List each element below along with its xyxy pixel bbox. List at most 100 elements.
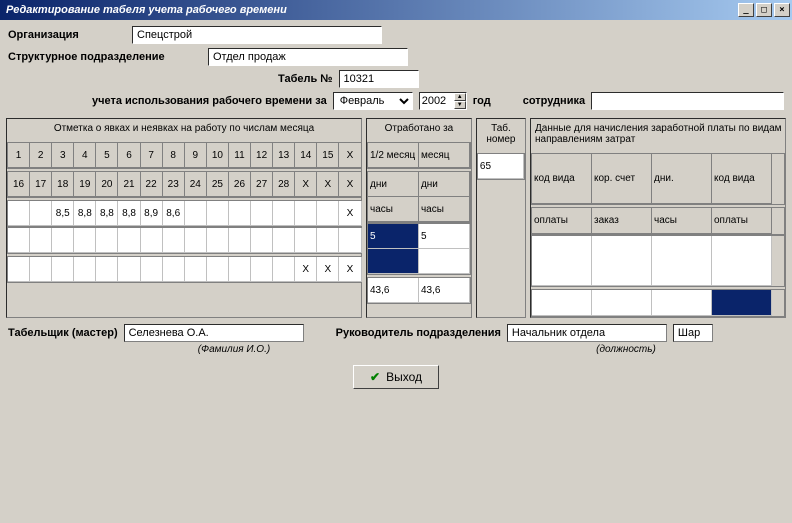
day-cell[interactable] — [229, 201, 251, 226]
day-cell[interactable] — [273, 228, 295, 253]
day-header: 12 — [251, 143, 273, 168]
day-cell[interactable] — [30, 228, 52, 253]
pay-c1[interactable] — [532, 236, 592, 286]
day-cell[interactable] — [185, 228, 207, 253]
year-input[interactable] — [420, 93, 454, 109]
worked-v3b[interactable]: 43,6 — [419, 278, 470, 303]
day-cell[interactable] — [207, 228, 229, 253]
day-cell[interactable]: 8,5 — [52, 201, 74, 226]
worked-v1b[interactable]: 5 — [419, 224, 470, 249]
day-header: 13 — [273, 143, 295, 168]
day-cell[interactable] — [273, 257, 295, 282]
day-cell[interactable] — [163, 257, 185, 282]
day-cell[interactable] — [317, 228, 339, 253]
extra-value[interactable]: Шар — [673, 324, 713, 342]
day-cell[interactable] — [163, 228, 185, 253]
day-cell[interactable] — [229, 257, 251, 282]
pay-c5[interactable] — [532, 290, 592, 316]
day-header: 15 — [317, 143, 339, 168]
tabnum-value[interactable]: 65 — [478, 154, 524, 179]
day-cell[interactable] — [295, 228, 317, 253]
day-cell[interactable] — [96, 257, 118, 282]
day-cell[interactable]: X — [295, 257, 317, 282]
day-header: X — [339, 143, 361, 168]
worked-v2b[interactable] — [419, 249, 470, 274]
day-cell[interactable] — [251, 257, 273, 282]
day-cell[interactable]: 8,8 — [96, 201, 118, 226]
tabnum-title: Таб. номер — [477, 119, 525, 153]
day-cell[interactable] — [52, 228, 74, 253]
pay-c3[interactable] — [652, 236, 712, 286]
tabel-num-input[interactable] — [339, 70, 419, 88]
day-cell[interactable] — [74, 257, 96, 282]
tab-master-hint: (Фамилия И.О.) — [144, 344, 324, 355]
day-cell[interactable]: 8,9 — [141, 201, 163, 226]
pay-c7[interactable] — [652, 290, 712, 316]
day-header: 11 — [229, 143, 251, 168]
day-cell[interactable] — [74, 228, 96, 253]
payroll-title: Данные для начисления заработной платы п… — [531, 119, 785, 153]
pay-c8[interactable] — [712, 290, 772, 316]
day-cell[interactable] — [8, 257, 30, 282]
day-cell[interactable] — [118, 228, 140, 253]
pay-c4[interactable] — [712, 236, 772, 286]
day-cell[interactable]: 8,8 — [74, 201, 96, 226]
worked-v1a[interactable]: 5 — [368, 224, 419, 249]
year-up-icon[interactable]: ▲ — [454, 93, 466, 101]
worked-v3a[interactable]: 43,6 — [368, 278, 419, 303]
worked-v2a[interactable] — [368, 249, 419, 274]
maximize-button[interactable]: □ — [756, 3, 772, 17]
day-cell[interactable] — [30, 257, 52, 282]
day-cell[interactable] — [273, 201, 295, 226]
day-cell[interactable] — [251, 228, 273, 253]
head-value[interactable]: Начальник отдела — [507, 324, 667, 342]
worked-h2b: дни — [419, 172, 470, 197]
worked-title: Отработано за — [367, 119, 471, 142]
day-cell[interactable] — [317, 201, 339, 226]
day-cell[interactable] — [339, 228, 361, 253]
day-cell[interactable] — [52, 257, 74, 282]
day-header: X — [295, 172, 317, 197]
day-cell[interactable]: X — [339, 257, 361, 282]
tabel-num-label: Табель № — [278, 73, 333, 85]
day-header: 1 — [8, 143, 30, 168]
employee-input[interactable] — [591, 92, 784, 110]
day-cell[interactable]: X — [339, 201, 361, 226]
day-cell[interactable] — [229, 228, 251, 253]
day-cell[interactable]: 8,6 — [163, 201, 185, 226]
day-cell[interactable] — [185, 257, 207, 282]
day-cell[interactable] — [141, 228, 163, 253]
head-label: Руководитель подразделения — [336, 327, 501, 339]
day-cell[interactable] — [8, 228, 30, 253]
day-cell[interactable] — [207, 257, 229, 282]
close-button[interactable]: × — [774, 3, 790, 17]
day-cell[interactable] — [295, 201, 317, 226]
worked-h3a: часы — [368, 197, 419, 222]
day-cell[interactable] — [96, 228, 118, 253]
worked-h3b: часы — [419, 197, 470, 222]
day-cell[interactable] — [141, 257, 163, 282]
day-cell[interactable]: 8,8 — [118, 201, 140, 226]
day-cell[interactable] — [30, 201, 52, 226]
head-hint: (должность) — [546, 344, 706, 355]
exit-button[interactable]: ✔ Выход — [353, 365, 439, 389]
pay-c2[interactable] — [592, 236, 652, 286]
pay-c6[interactable] — [592, 290, 652, 316]
org-input[interactable] — [132, 26, 382, 44]
day-cell[interactable] — [207, 201, 229, 226]
day-cell[interactable] — [118, 257, 140, 282]
year-down-icon[interactable]: ▼ — [454, 101, 466, 109]
day-cell[interactable]: X — [317, 257, 339, 282]
pay-h7: часы — [652, 208, 712, 234]
month-select[interactable]: Февраль — [333, 92, 413, 110]
day-cell[interactable] — [185, 201, 207, 226]
year-spinner[interactable]: ▲ ▼ — [419, 92, 467, 110]
minimize-button[interactable]: _ — [738, 3, 754, 17]
day-header: 16 — [8, 172, 30, 197]
day-cell[interactable] — [8, 201, 30, 226]
day-header: 24 — [185, 172, 207, 197]
day-cell[interactable] — [251, 201, 273, 226]
dept-input[interactable] — [208, 48, 408, 66]
tab-master-value[interactable]: Селезнева О.А. — [124, 324, 304, 342]
day-header: 2 — [30, 143, 52, 168]
